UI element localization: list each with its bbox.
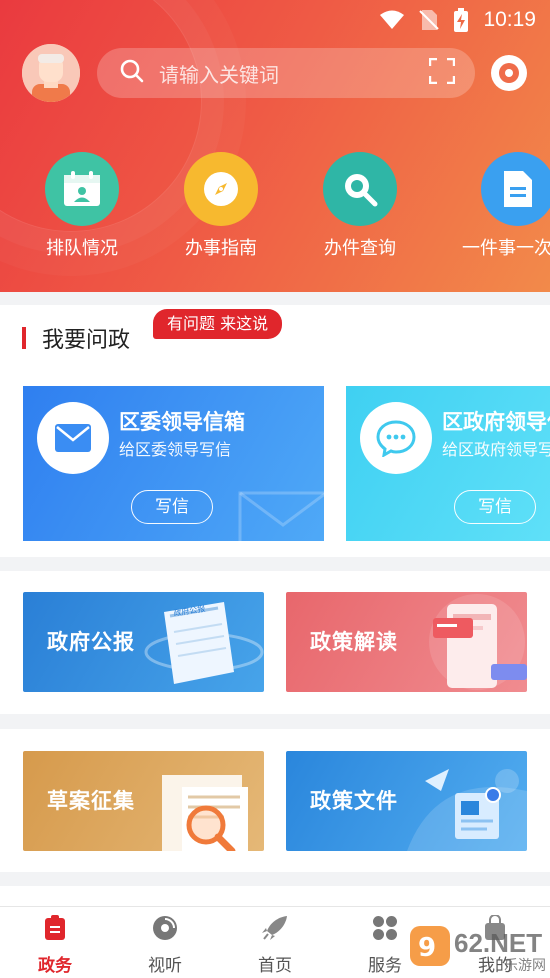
clipboard-icon (45, 915, 65, 940)
policy-doc-art (407, 769, 527, 851)
bulletin-paper-art: 政府公报 (144, 602, 264, 684)
quick-action-query[interactable]: 办件查询 (305, 152, 415, 260)
no-sim-icon (419, 10, 440, 30)
section-title: 我要问政 (22, 322, 130, 354)
quick-action-label: 一件事一次 (462, 238, 550, 259)
tab-government-affairs[interactable]: 政务 (15, 915, 95, 976)
mailbox-subtitle: 给区政府领导写信 (442, 440, 550, 459)
mailbox-card-district-committee[interactable]: 区委领导信箱 给区委领导写信 写信 (23, 386, 324, 541)
quick-action-guide[interactable]: 办事指南 (166, 152, 276, 260)
search-bar[interactable]: 请输入关键词 (97, 48, 475, 98)
mailbox-title: 区政府领导信箱 (442, 410, 550, 434)
status-time: 10:19 (483, 8, 536, 31)
rocket-icon (262, 916, 287, 940)
grid-icon (373, 916, 397, 940)
svg-text:62.NET: 62.NET (454, 928, 542, 958)
avatar[interactable] (22, 44, 80, 102)
magnifier-icon (323, 152, 397, 226)
compass-icon (184, 152, 258, 226)
tab-home[interactable]: 首页 (235, 915, 315, 976)
search-placeholder[interactable]: 请输入关键词 (159, 59, 429, 88)
header-banner: 10:19 请输入关键词 排队情况 办事指南 办件查询 一件事一次 (0, 0, 550, 292)
write-letter-button[interactable]: 写信 (454, 490, 536, 524)
svg-text:乐游网: 乐游网 (504, 958, 546, 974)
quick-action-one-thing[interactable]: 一件事一次 (462, 152, 550, 260)
quick-action-label: 办事指南 (185, 238, 257, 259)
tab-label: 视听 (148, 956, 182, 976)
tile-label: 政府公报 (47, 630, 135, 654)
quick-action-label: 办件查询 (324, 238, 396, 259)
mailbox-subtitle: 给区委领导写信 (119, 440, 232, 459)
tile-label: 政策文件 (310, 789, 398, 813)
battery-icon (454, 8, 469, 32)
disc-icon (153, 916, 177, 940)
svg-text:9: 9 (418, 933, 436, 963)
calendar-person-icon (45, 152, 119, 226)
tile-policy-interpretation[interactable]: 政策解读 (286, 592, 527, 692)
draft-docs-art (162, 775, 248, 851)
message-button[interactable] (491, 55, 527, 91)
mailbox-title: 区委领导信箱 (119, 410, 245, 434)
site-watermark-logo: 9 62.NET 乐游网 (408, 922, 548, 974)
section-title-text: 我要问政 (42, 328, 131, 353)
tab-label: 政务 (38, 956, 72, 976)
write-letter-button[interactable]: 写信 (131, 490, 213, 524)
envelope-icon (37, 402, 109, 474)
next-section-edge (0, 886, 550, 906)
scan-icon[interactable] (428, 57, 456, 88)
tile-policy-documents[interactable]: 政策文件 (286, 751, 527, 851)
document-icon (481, 152, 550, 226)
wifi-icon (380, 10, 405, 29)
tile-label: 政策解读 (310, 630, 398, 654)
envelope-watermark (238, 491, 324, 541)
chat-bubble-icon (360, 402, 432, 474)
mailbox-card-district-government[interactable]: 区政府领导信箱 给区政府领导写信 写信 (346, 386, 550, 541)
section-title-marker (22, 327, 26, 349)
phone-art (429, 594, 527, 690)
quick-action-queue[interactable]: 排队情况 (27, 152, 137, 260)
tab-label: 首页 (258, 956, 292, 976)
tile-draft-collection[interactable]: 草案征集 (23, 751, 264, 851)
tile-label: 草案征集 (47, 789, 135, 813)
status-bar: 10:19 (379, 6, 536, 34)
search-icon (119, 58, 145, 88)
tile-government-bulletin[interactable]: 政府公报 政府公报 (23, 592, 264, 692)
quick-action-label: 排队情况 (46, 238, 118, 259)
section-tag-badge: 有问题 来这说 (153, 309, 283, 339)
tab-audio-video[interactable]: 视听 (125, 915, 205, 976)
message-icon (499, 63, 519, 83)
